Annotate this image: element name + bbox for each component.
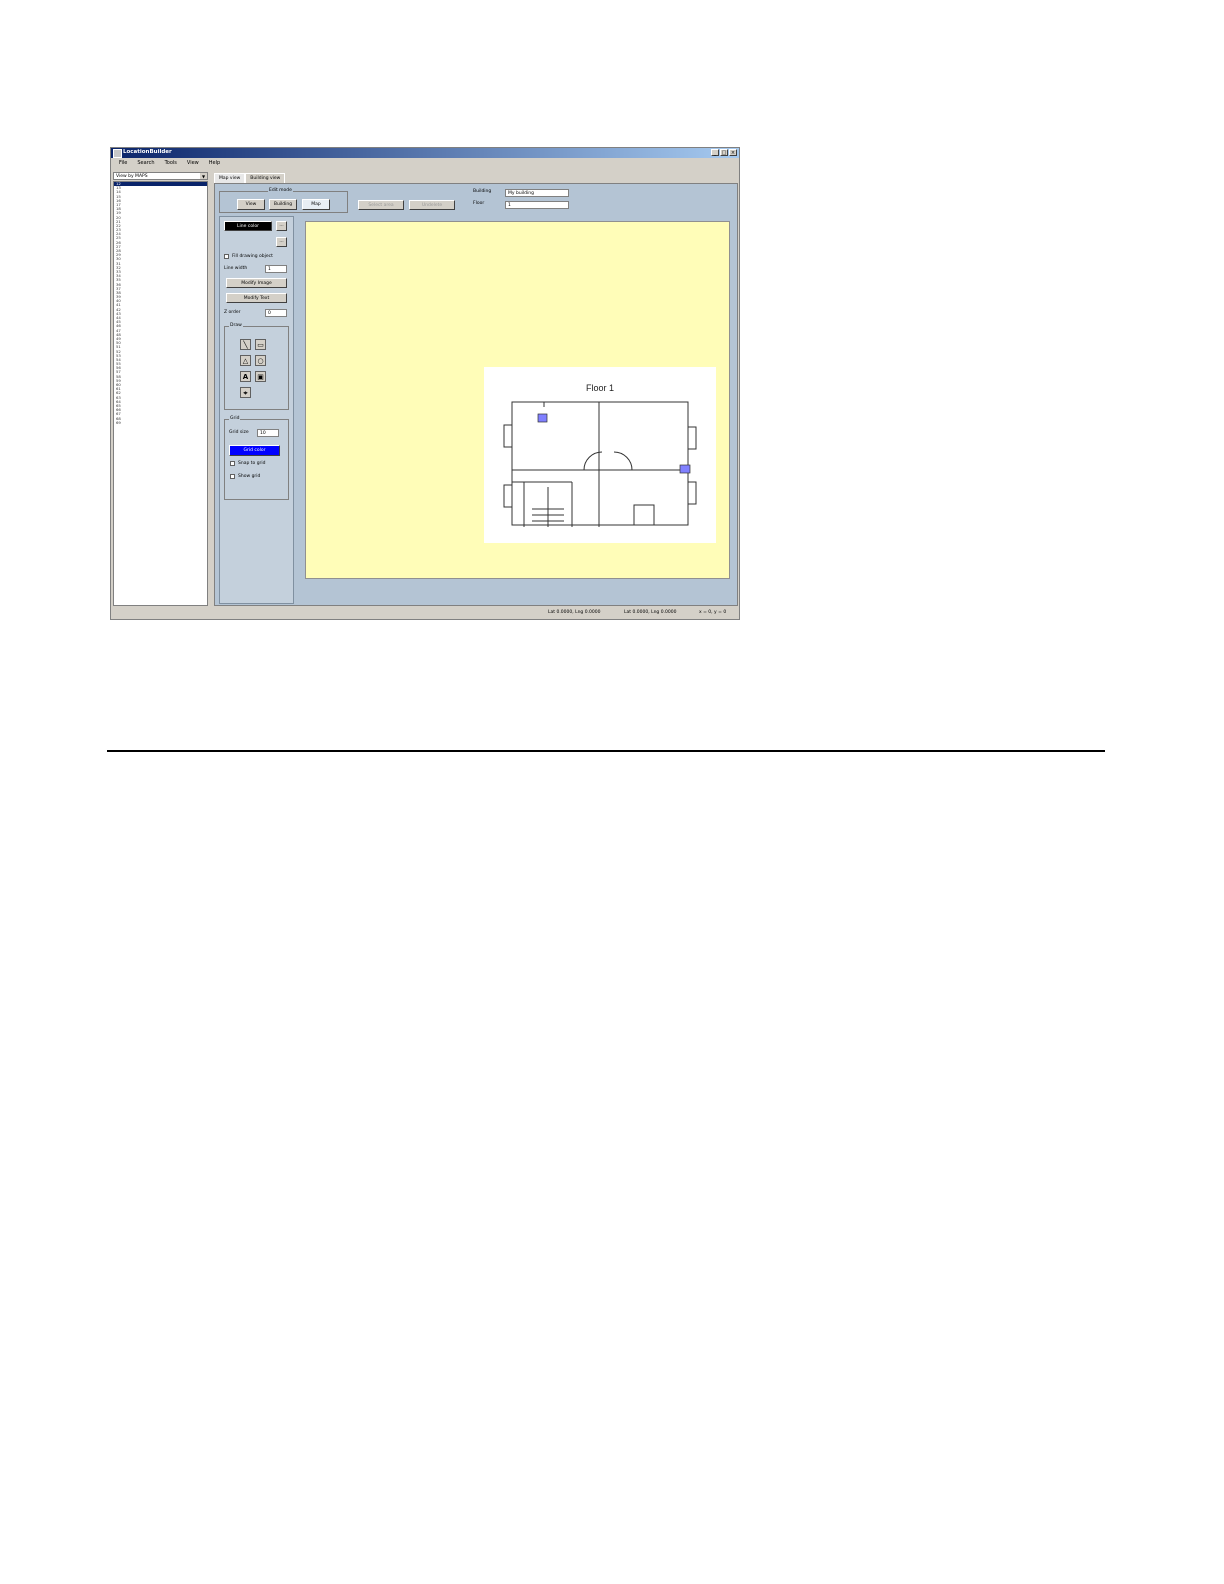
line-color-button[interactable]: Line color <box>224 221 272 231</box>
grid-color-button[interactable]: Grid color <box>229 445 280 456</box>
map-mode-button[interactable]: Map <box>302 199 330 210</box>
horizontal-rule <box>107 750 1105 752</box>
edit-mode-group: Edit mode View Building Map <box>219 188 348 213</box>
show-grid-checkbox[interactable] <box>230 474 235 479</box>
status-xy: x = 0, y = 0 <box>699 610 727 615</box>
select-area-button[interactable]: Select area <box>358 200 404 210</box>
grid-size-label: Grid size <box>229 430 249 435</box>
marker-icon[interactable] <box>537 413 548 423</box>
grid-group: Grid Grid size 10 Grid color Snap to gri… <box>224 416 289 500</box>
view-select-value: View by MAPS <box>116 174 148 179</box>
menu-view[interactable]: View <box>187 159 199 168</box>
edit-mode-label: Edit mode <box>268 188 293 193</box>
tab-map-view[interactable]: Map view <box>214 173 246 183</box>
minimize-button[interactable]: _ <box>711 149 719 156</box>
modify-text-button[interactable]: Modify Text <box>226 293 287 303</box>
status-coords-1: Lat 0.0000, Lng 0.0000 <box>548 610 601 615</box>
building-mode-button[interactable]: Building <box>269 199 297 210</box>
line-tool-icon[interactable]: ╲ <box>240 339 251 350</box>
fill-color-more-button[interactable]: ... <box>276 237 287 247</box>
fill-label: Fill drawing object <box>232 254 273 259</box>
status-coords-2: Lat 0.0000, Lng 0.0000 <box>624 610 677 615</box>
title-bar: LocationBuilder _ □ × <box>111 148 739 158</box>
draw-group-label: Draw <box>229 323 243 328</box>
app-icon <box>113 149 122 158</box>
chevron-down-icon[interactable]: ▼ <box>200 173 207 179</box>
marker-tool-icon[interactable]: ⌖ <box>240 387 251 398</box>
map-list[interactable]: 12 13 14 15 16 17 18 19 20 21 22 23 24 25 26 27 28 29 30 31… <box>113 181 208 606</box>
snap-grid-label: Snap to grid <box>238 461 266 466</box>
status-bar: Lat 0.0000, Lng 0.0000 Lat 0.0000, Lng 0… <box>111 609 739 619</box>
close-button[interactable]: × <box>729 149 737 156</box>
view-select[interactable]: View by MAPS ▼ <box>113 172 208 180</box>
list-item[interactable]: 69 <box>114 420 207 425</box>
building-select[interactable]: My building <box>505 189 569 197</box>
menu-file[interactable]: File <box>119 159 127 168</box>
menu-search[interactable]: Search <box>137 159 154 168</box>
show-grid-label: Show grid <box>238 474 261 479</box>
ellipse-tool-icon[interactable]: ○ <box>255 355 266 366</box>
floor-plan-drawing <box>503 401 697 527</box>
zorder-label: Z order <box>224 310 241 315</box>
line-width-stepper[interactable]: 1 <box>265 265 287 273</box>
polygon-tool-icon[interactable]: △ <box>240 355 251 366</box>
maximize-button[interactable]: □ <box>720 149 728 156</box>
view-mode-button[interactable]: View <box>237 199 265 210</box>
window-title: LocationBuilder <box>123 149 172 155</box>
draw-group: Draw ╲ ▭ △ ○ A ▣ ⌖ <box>224 323 289 410</box>
image-tool-icon[interactable]: ▣ <box>255 371 266 382</box>
rectangle-tool-icon[interactable]: ▭ <box>255 339 266 350</box>
undelete-button[interactable]: Undelete <box>409 200 455 210</box>
grid-size-stepper[interactable]: 10 <box>257 429 279 437</box>
floor-select[interactable]: 1 <box>505 201 569 209</box>
snap-grid-checkbox[interactable] <box>230 461 235 466</box>
text-tool-icon[interactable]: A <box>240 371 251 382</box>
fill-checkbox[interactable] <box>224 254 229 259</box>
line-color-more-button[interactable]: ... <box>276 221 287 231</box>
marker-icon[interactable] <box>679 464 691 474</box>
menu-help[interactable]: Help <box>209 159 220 168</box>
tab-bar: Map view Building view <box>214 173 286 183</box>
building-label: Building <box>473 189 492 194</box>
line-width-label: Line width <box>224 266 248 271</box>
tab-building-view[interactable]: Building view <box>245 173 286 183</box>
grid-group-label: Grid <box>229 416 241 421</box>
floor-plan-image[interactable]: Floor 1 <box>484 367 716 543</box>
menu-bar: File Search Tools View Help <box>111 159 220 168</box>
floor-label: Floor <box>473 201 485 206</box>
window-controls: _ □ × <box>711 149 737 156</box>
menu-tools[interactable]: Tools <box>165 159 177 168</box>
tools-panel: Line color ... ... Fill drawing object L… <box>219 216 294 604</box>
modify-image-button[interactable]: Modify Image <box>226 278 287 288</box>
zorder-stepper[interactable]: 0 <box>265 309 287 317</box>
